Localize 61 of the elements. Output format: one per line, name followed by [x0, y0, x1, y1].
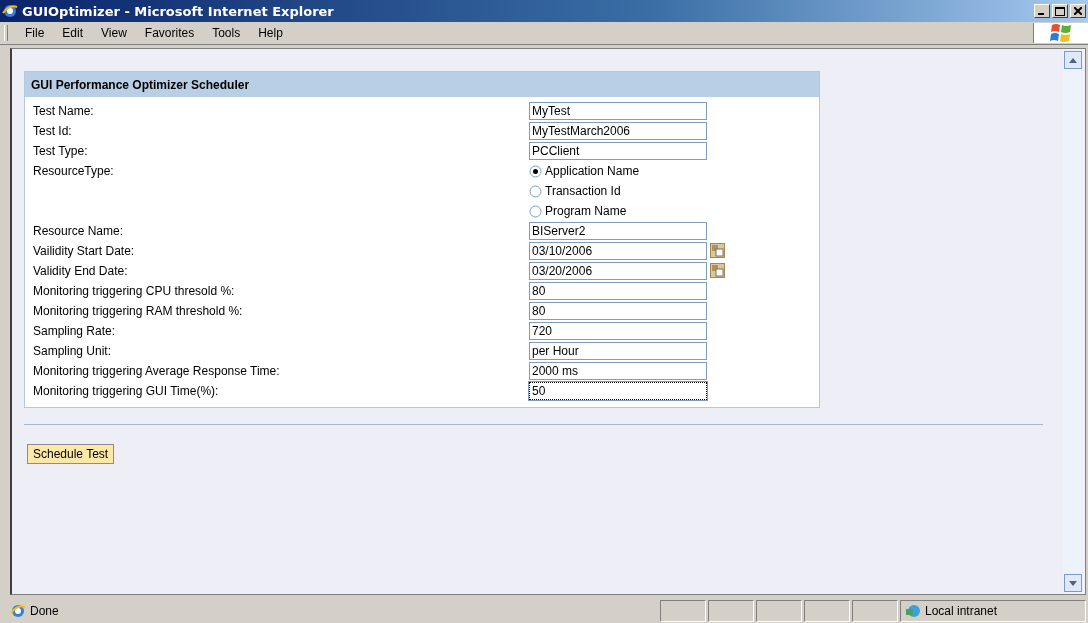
- close-button[interactable]: [1070, 4, 1086, 18]
- menu-item[interactable]: Help: [249, 26, 292, 40]
- panel-title: GUI Performance Optimizer Scheduler: [31, 77, 250, 92]
- radio-button[interactable]: [529, 164, 542, 178]
- field-label: Monitoring triggering RAM threshold %:: [32, 303, 244, 318]
- status-bar-panel: [756, 600, 802, 622]
- field-label: Validity End Date:: [32, 263, 129, 278]
- calendar-icon[interactable]: [710, 243, 725, 258]
- status-bar-panel: [708, 600, 754, 622]
- radio-label: Transaction Id: [545, 184, 621, 198]
- input-field[interactable]: 50: [529, 382, 707, 400]
- field-label: Test Id:: [32, 123, 73, 138]
- field-label: Test Type:: [32, 143, 89, 158]
- status-text: Done: [30, 604, 59, 618]
- windows-logo-icon: [1049, 23, 1073, 43]
- browser-icon: [2, 3, 18, 19]
- input-field[interactable]: MyTestMarch2006: [529, 122, 707, 140]
- schedule-button[interactable]: Schedule Test: [27, 444, 115, 464]
- input-field[interactable]: MyTest: [529, 102, 707, 120]
- field-label: Test Name:: [32, 103, 95, 118]
- browser-icon: [10, 603, 26, 619]
- field-label: Monitoring triggering CPU thresold %:: [32, 283, 236, 298]
- radio-label: Program Name: [545, 204, 627, 218]
- menu-item[interactable]: File: [16, 26, 54, 40]
- input-field[interactable]: 03/20/2006: [529, 262, 707, 280]
- calendar-icon[interactable]: [710, 263, 725, 278]
- input-field[interactable]: 80: [529, 302, 707, 320]
- input-field[interactable]: PCClient: [529, 142, 707, 160]
- radio-button[interactable]: [529, 184, 542, 198]
- field-label: Monitoring triggering Average Response Time:: [32, 363, 281, 378]
- radio-label: Application Name: [545, 164, 640, 178]
- status-bar-panel: [804, 600, 850, 622]
- field-label: Monitoring triggering GUI Time(%):: [32, 383, 220, 398]
- status-bar-panel: [660, 600, 706, 622]
- field-label: ResourceType:: [32, 163, 115, 178]
- scroll-down-icon[interactable]: [1069, 580, 1077, 586]
- field-label: Sampling Unit:: [32, 343, 113, 358]
- status-bar-panel: [852, 600, 898, 622]
- menu-item[interactable]: Tools: [203, 26, 250, 40]
- input-field[interactable]: 80: [529, 282, 707, 300]
- menu-item[interactable]: Favorites: [135, 26, 204, 40]
- menu-item[interactable]: Edit: [53, 26, 93, 40]
- maximize-button[interactable]: [1052, 4, 1068, 18]
- input-field[interactable]: per Hour: [529, 342, 707, 360]
- maximize-icon: [1055, 6, 1065, 16]
- input-field[interactable]: 03/10/2006: [529, 242, 707, 260]
- field-label: Resource Name:: [32, 223, 125, 238]
- scrollbar[interactable]: [1063, 49, 1085, 594]
- zone-label: Local intranet: [925, 604, 998, 618]
- input-field[interactable]: BIServer2: [529, 222, 707, 240]
- input-field[interactable]: 720: [529, 322, 707, 340]
- field-label: Sampling Rate:: [32, 323, 117, 338]
- network-icon: [905, 603, 921, 619]
- scroll-up-icon[interactable]: [1069, 57, 1077, 63]
- field-label: Vailidity Start Date:: [32, 243, 136, 258]
- menu-item[interactable]: View: [92, 26, 136, 40]
- window-title: GUIOptimizer - Microsoft Internet Explorer: [22, 3, 335, 19]
- radio-button[interactable]: [529, 204, 542, 218]
- minimize-button[interactable]: [1034, 4, 1050, 18]
- close-icon: [1074, 7, 1082, 15]
- input-field[interactable]: 2000 ms: [529, 362, 707, 380]
